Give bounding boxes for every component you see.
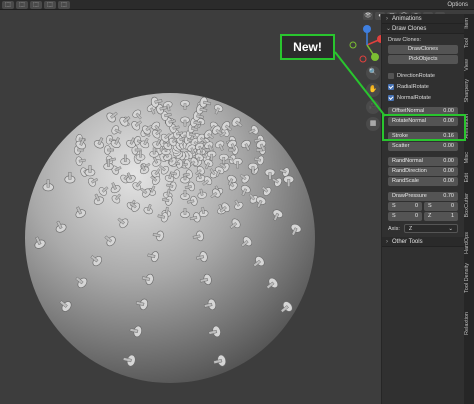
s-pair-row-2: S0 Z1 <box>388 212 458 221</box>
gizmo-z-icon <box>363 25 371 33</box>
field-label: DrawPressure <box>392 193 427 199</box>
draw-clones-header[interactable]: ⌄Draw Clones <box>382 24 464 34</box>
field-value: 0.00 <box>443 168 454 174</box>
field-label: Scatter <box>392 143 410 149</box>
drawclones-button[interactable]: DrawClones <box>388 45 458 54</box>
tab-hardops[interactable]: HardOps <box>464 232 474 254</box>
field-value: 0.00 <box>443 178 454 184</box>
toolbar-button[interactable]: ⬚ <box>58 1 70 9</box>
field-scatter[interactable]: Scatter 0.00 <box>388 142 458 151</box>
toolbar-buttons: ⬚ ⬚ ⬚ ⬚ ⬚ <box>2 1 70 9</box>
s-field[interactable]: S0 <box>388 212 422 221</box>
camera-icon[interactable]: 🎥 <box>366 100 380 114</box>
field-randdirection[interactable]: RandDirection 0.00 <box>388 167 458 176</box>
pickobjects-button[interactable]: PickObjects <box>388 55 458 64</box>
tab-item[interactable]: Item <box>464 18 474 29</box>
draw-clones-label: Draw Clones: <box>388 37 422 43</box>
checkbox-normalrotate[interactable]: NormalRotate <box>388 94 458 102</box>
tab-boxcutter[interactable]: BoxCutter <box>464 193 474 217</box>
tab-view[interactable]: View <box>464 59 474 71</box>
tab-edit[interactable]: Edit <box>464 173 474 182</box>
chevron-down-icon: ⌄ <box>448 226 453 232</box>
s-field[interactable]: S0 <box>388 202 422 211</box>
new-fields-highlight <box>382 114 466 141</box>
options-menu[interactable]: Options <box>447 1 468 9</box>
z-field[interactable]: Z1 <box>424 212 458 221</box>
other-tools-header[interactable]: › Other Tools <box>382 237 464 247</box>
field-label: RandScale <box>392 178 419 184</box>
checkbox-directionrotate[interactable]: DirectionRotate <box>388 72 458 80</box>
checkbox-radialrotate[interactable]: RadialRotate <box>388 83 458 91</box>
s-field[interactable]: S0 <box>424 202 458 211</box>
gizmo-y-icon <box>371 53 379 61</box>
pan-hand-icon[interactable]: ✋ <box>366 83 380 97</box>
tab-misc[interactable]: Misc <box>464 152 474 163</box>
field-drawpressure[interactable]: DrawPressure 0.70 <box>388 192 458 201</box>
checkbox-label: DirectionRotate <box>397 73 435 79</box>
toolbar-button[interactable]: ⬚ <box>30 1 42 9</box>
viewport-nav-buttons: 🔍 ✋ 🎥 ▦ <box>366 66 380 131</box>
zoom-icon[interactable]: 🔍 <box>366 66 380 80</box>
toolbar-button[interactable]: ⬚ <box>2 1 14 9</box>
axis-label: Axis: <box>388 225 400 232</box>
checkbox-box[interactable] <box>388 95 394 101</box>
checkbox-label: RadialRotate <box>397 84 429 90</box>
viewport-top-bar: ⬚ ⬚ ⬚ ⬚ ⬚ Options <box>0 0 474 10</box>
axis-row: Axis: Z ⌄ <box>388 224 458 233</box>
axis-select[interactable]: Z ⌄ <box>403 224 458 233</box>
tab-relaxtion[interactable]: Relaxtion <box>464 312 474 335</box>
field-randscale[interactable]: RandScale 0.00 <box>388 177 458 186</box>
field-value: 0.00 <box>443 143 454 149</box>
sidebar-tabs: Item Tool View Sharpeny Animation Misc Edit Box… <box>464 14 474 404</box>
field-label: RandNormal <box>392 158 423 164</box>
tab-tool-density[interactable]: Tool Density <box>464 263 474 293</box>
tab-sharpeny[interactable]: Sharpeny <box>464 79 474 103</box>
checkbox-box[interactable] <box>388 84 394 90</box>
field-label: RandDirection <box>392 168 427 174</box>
tab-tool[interactable]: Tool <box>464 38 474 48</box>
checkbox-box[interactable] <box>388 73 394 79</box>
animations-header[interactable]: › Animations <box>382 14 464 24</box>
field-value: 0.70 <box>443 193 454 199</box>
checkbox-label: NormalRotate <box>397 95 431 101</box>
field-randnormal[interactable]: RandNormal 0.00 <box>388 157 458 166</box>
field-value: 0.00 <box>443 158 454 164</box>
toolbar-button[interactable]: ⬚ <box>16 1 28 9</box>
sidebar-panel: › Animations ⌄Draw Clones Draw Clones: Dr… <box>381 14 464 404</box>
toolbar-button[interactable]: ⬚ <box>44 1 56 9</box>
3d-viewport[interactable]: ⬚⬚⬚⬚⬚ Options 👁◐▢◯◉●▾ 🔍✋🎥▦ ›Animations ⌄… <box>0 0 474 404</box>
viewport-shading-icon[interactable]: 👁 <box>363 12 373 20</box>
s-pair-row-1: S0 S0 <box>388 202 458 211</box>
grid-view-icon[interactable]: ▦ <box>366 117 380 131</box>
new-callout-label: New! <box>280 34 335 60</box>
